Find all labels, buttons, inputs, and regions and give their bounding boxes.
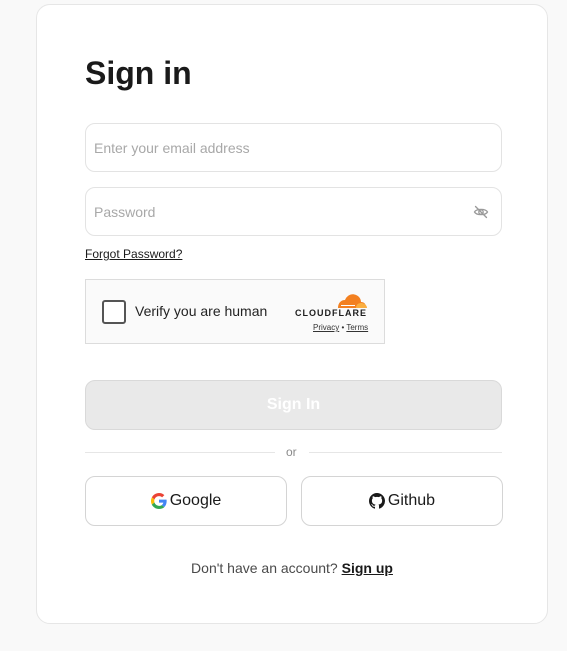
google-icon <box>150 493 167 509</box>
divider-line-right <box>309 452 502 453</box>
password-field[interactable] <box>85 187 502 236</box>
signup-prompt-text: Don't have an account? <box>191 560 338 576</box>
github-icon <box>368 493 385 509</box>
github-signin-button[interactable]: Github <box>301 476 503 526</box>
captcha-label: Verify you are human <box>135 303 268 319</box>
captcha-checkbox[interactable] <box>102 300 126 324</box>
captcha-terms-link[interactable]: Terms <box>346 323 368 332</box>
divider-or: or <box>286 445 297 459</box>
signup-link[interactable]: Sign up <box>342 560 393 576</box>
divider-line-left <box>85 452 275 453</box>
captcha-privacy-link[interactable]: Privacy <box>313 323 339 332</box>
google-signin-button[interactable]: Google <box>85 476 287 526</box>
captcha-links: Privacy • Terms <box>313 323 368 332</box>
cloudflare-wordmark: CLOUDFLARE <box>295 308 367 318</box>
email-input[interactable] <box>86 124 501 171</box>
sign-in-button[interactable]: Sign In <box>85 380 502 430</box>
signin-card: Sign in Forgot Password? Verify you are … <box>36 4 548 624</box>
signup-prompt: Don't have an account? Sign up <box>37 560 547 576</box>
forgot-password-link[interactable]: Forgot Password? <box>85 247 182 261</box>
eye-off-icon[interactable] <box>473 204 489 220</box>
captcha-widget: Verify you are human CLOUDFLARE Privacy … <box>85 279 385 344</box>
password-input[interactable] <box>86 188 501 235</box>
page-title: Sign in <box>85 55 192 91</box>
captcha-links-separator: • <box>341 323 345 332</box>
github-label: Github <box>387 492 436 509</box>
google-label: Google <box>169 492 222 509</box>
email-field[interactable] <box>85 123 502 172</box>
